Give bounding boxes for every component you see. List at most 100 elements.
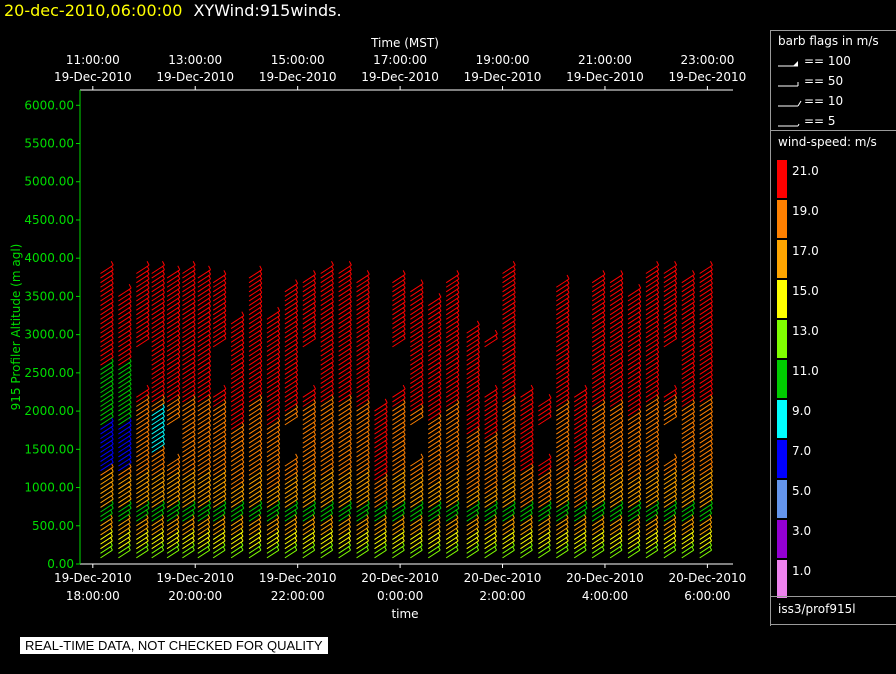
wind-barb-feather bbox=[295, 279, 299, 284]
wind-barb bbox=[573, 484, 588, 495]
wind-barb bbox=[356, 397, 370, 407]
wind-barb bbox=[392, 416, 406, 426]
wind-barb bbox=[645, 402, 659, 412]
wind-barb bbox=[502, 416, 516, 426]
wind-barb bbox=[284, 471, 298, 481]
wind-barb bbox=[118, 425, 132, 435]
wind-barb bbox=[136, 333, 150, 343]
colorbar-swatch bbox=[777, 400, 787, 438]
wind-barb bbox=[466, 338, 480, 348]
wind-barb bbox=[591, 397, 606, 407]
wind-barb bbox=[573, 549, 587, 559]
wind-barb bbox=[699, 292, 713, 302]
wind-barb bbox=[166, 545, 180, 554]
wind-barb bbox=[338, 443, 352, 453]
wind-barb bbox=[427, 356, 442, 366]
wind-barb bbox=[466, 351, 480, 362]
wind-barb bbox=[645, 416, 659, 426]
wind-barb bbox=[466, 365, 480, 375]
wind-barb bbox=[663, 397, 677, 407]
wind-barb bbox=[466, 402, 480, 412]
wind-barb bbox=[556, 296, 570, 307]
wind-barb-feather bbox=[223, 384, 227, 390]
wind-barb bbox=[556, 356, 570, 366]
wind-barb bbox=[699, 549, 712, 559]
wind-barb bbox=[266, 420, 280, 430]
wind-barb bbox=[392, 296, 406, 307]
wind-barb bbox=[248, 549, 262, 559]
wind-barb bbox=[136, 292, 150, 302]
wind-barb bbox=[151, 452, 165, 462]
wind-barb bbox=[284, 480, 298, 490]
wind-barb bbox=[100, 374, 114, 384]
wind-barb bbox=[502, 370, 516, 380]
wind-barb bbox=[627, 287, 642, 297]
wind-barb bbox=[556, 324, 570, 334]
wind-barb bbox=[627, 429, 642, 440]
x2-tick-label-time: 13:00:00 bbox=[168, 53, 222, 67]
wind-barb bbox=[609, 466, 624, 476]
wind-barb bbox=[392, 315, 406, 325]
wind-barb bbox=[212, 425, 227, 435]
wind-barb bbox=[699, 296, 713, 307]
wind-barb bbox=[151, 411, 165, 421]
wind-barb bbox=[538, 462, 552, 472]
wind-barb bbox=[338, 269, 352, 279]
wind-barb bbox=[320, 301, 334, 311]
wind-barb bbox=[166, 347, 181, 357]
wind-barb bbox=[556, 462, 570, 472]
wind-barb-feather bbox=[208, 265, 211, 271]
wind-barb bbox=[466, 489, 480, 499]
wind-barb bbox=[356, 374, 370, 384]
wind-barb bbox=[681, 365, 695, 375]
wind-barb bbox=[212, 498, 227, 508]
wind-barb bbox=[320, 452, 334, 462]
wind-barb bbox=[182, 283, 196, 293]
wind-barb bbox=[609, 374, 624, 384]
wind-barb bbox=[302, 393, 316, 403]
wind-barb bbox=[136, 397, 150, 407]
wind-barb bbox=[445, 365, 460, 375]
wind-barb bbox=[230, 374, 245, 384]
wind-barb bbox=[248, 287, 263, 297]
wind-barb bbox=[100, 457, 114, 467]
wind-barb bbox=[338, 429, 352, 440]
wind-barb bbox=[100, 475, 114, 485]
wind-barb bbox=[151, 425, 165, 435]
wind-barb bbox=[151, 545, 164, 554]
wind-barb bbox=[197, 306, 211, 316]
wind-barb bbox=[136, 466, 150, 476]
wind-barb bbox=[627, 338, 642, 348]
wind-barb bbox=[151, 420, 165, 430]
wind-barb bbox=[466, 475, 480, 485]
wind-barb bbox=[197, 310, 211, 320]
wind-barb bbox=[166, 498, 181, 508]
wind-barb bbox=[320, 498, 334, 508]
wind-barb bbox=[484, 480, 498, 490]
wind-barb bbox=[356, 407, 370, 417]
wind-barb bbox=[484, 452, 498, 462]
wind-barb bbox=[627, 475, 642, 485]
wind-barb bbox=[248, 439, 263, 449]
wind-barb bbox=[410, 549, 423, 559]
wind-barb bbox=[484, 397, 498, 407]
wind-barb bbox=[645, 370, 659, 380]
wind-barb bbox=[573, 393, 588, 403]
wind-barb bbox=[356, 283, 370, 293]
wind-barb bbox=[699, 347, 713, 357]
wind-barb bbox=[248, 475, 263, 485]
wind-barb bbox=[392, 319, 406, 329]
wind-barb bbox=[151, 434, 165, 444]
wind-barb bbox=[410, 370, 424, 380]
wind-barb bbox=[248, 402, 263, 412]
wind-barb bbox=[356, 489, 370, 499]
wind-barb bbox=[556, 292, 570, 302]
wind-barb bbox=[392, 333, 406, 343]
wind-barb bbox=[182, 402, 196, 412]
wind-barb bbox=[484, 466, 498, 476]
wind-barb bbox=[484, 484, 498, 495]
wind-barb bbox=[591, 411, 606, 421]
wind-barb bbox=[136, 484, 150, 495]
wind-barb-feather bbox=[277, 306, 281, 312]
wind-barb bbox=[609, 319, 624, 329]
